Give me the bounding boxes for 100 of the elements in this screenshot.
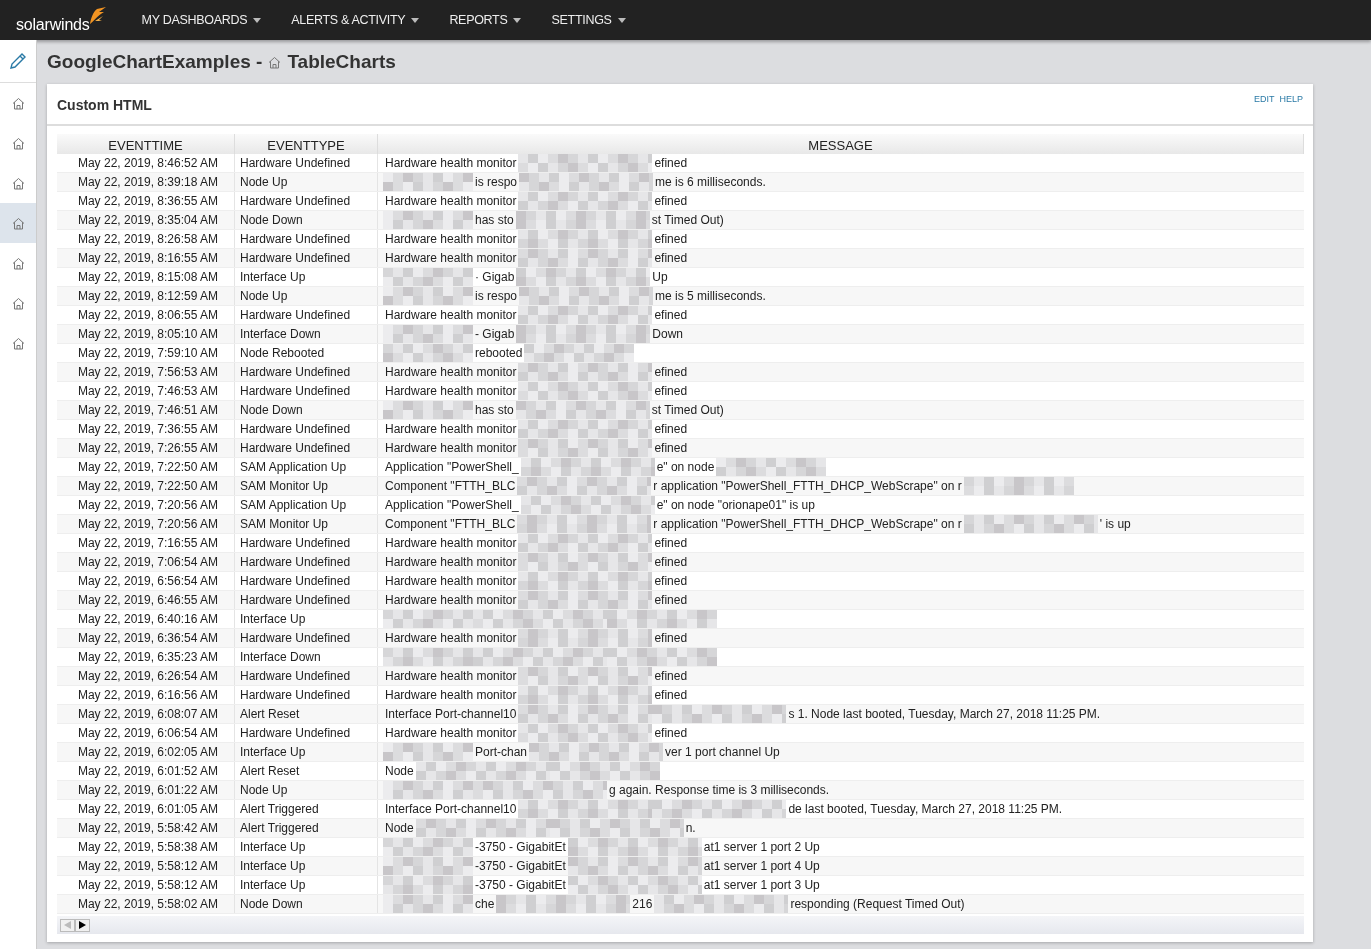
panel-link[interactable]: HELP xyxy=(1279,94,1303,104)
table-cell: May 22, 2019, 7:46:53 AM xyxy=(57,382,235,400)
table-cell: Hardware Undefined xyxy=(235,439,378,457)
message-text: has sto xyxy=(475,403,514,417)
table-cell: May 22, 2019, 6:26:54 AM xyxy=(57,667,235,685)
table-cell: May 22, 2019, 8:35:04 AM xyxy=(57,211,235,229)
table-cell: Node Up xyxy=(235,173,378,191)
table-cell: May 22, 2019, 6:06:54 AM xyxy=(57,724,235,742)
scroll-button[interactable] xyxy=(75,918,90,932)
table-cell: May 22, 2019, 6:16:56 AM xyxy=(57,686,235,704)
table-cell: Node Up xyxy=(235,287,378,305)
logo-text[interactable]: solarwinds xyxy=(16,16,90,34)
table-cell: SAM Monitor Up xyxy=(235,515,378,533)
table-cell: Hardware Undefined xyxy=(235,192,378,210)
table-cell: May 22, 2019, 7:22:50 AM xyxy=(57,458,235,476)
message-text: efined xyxy=(654,232,688,246)
table-cell: May 22, 2019, 5:58:12 AM xyxy=(57,876,235,894)
message-text: efined xyxy=(654,536,688,550)
nav-menu-item[interactable]: ALERTS & ACTIVITY xyxy=(276,0,435,40)
table-cell: May 22, 2019, 5:58:42 AM xyxy=(57,819,235,837)
message-text: Port-chan xyxy=(475,745,528,759)
table-cell: Interface Down xyxy=(235,648,378,666)
message-text: Node xyxy=(385,764,414,778)
table-cell: May 22, 2019, 8:06:55 AM xyxy=(57,306,235,324)
table-cell: Hardware Undefined xyxy=(235,572,378,590)
home-icon xyxy=(11,336,25,350)
message-text: g again. Response time is 3 milliseconds. xyxy=(609,783,830,797)
caret-icon xyxy=(411,17,420,23)
table-cell: Alert Triggered xyxy=(235,800,378,818)
sidebar-item[interactable] xyxy=(0,203,36,243)
message-text: Component "FTTH_BLC xyxy=(385,517,516,531)
message-text: st Timed Out) xyxy=(651,213,724,227)
table-cell: Node Down xyxy=(235,895,378,913)
table-cell: Node Down xyxy=(235,401,378,419)
table-cell: Interface Up xyxy=(235,268,378,286)
message-text: efined xyxy=(654,574,688,588)
caret-icon xyxy=(513,17,522,23)
message-text: at1 server 1 port 3 Up xyxy=(703,878,820,892)
nav-menu-item[interactable]: SETTINGS xyxy=(536,0,641,40)
table-cell: Hardware Undefined xyxy=(235,363,378,381)
message-text: efined xyxy=(654,631,688,645)
message-text: efined xyxy=(654,593,688,607)
table-cell: May 22, 2019, 7:36:55 AM xyxy=(57,420,235,438)
table-cell: May 22, 2019, 8:26:58 AM xyxy=(57,230,235,248)
message-text: - Gigab xyxy=(475,327,515,341)
message-text: -3750 - GigabitEt xyxy=(475,840,566,854)
table-cell: Interface Up xyxy=(235,838,378,856)
table-cell: May 22, 2019, 8:39:18 AM xyxy=(57,173,235,191)
table-cell: May 22, 2019, 7:16:55 AM xyxy=(57,534,235,552)
panel-title: Custom HTML xyxy=(57,97,152,113)
table-cell: May 22, 2019, 8:46:52 AM xyxy=(57,154,235,172)
message-text: -3750 - GigabitEt xyxy=(475,878,566,892)
home-icon xyxy=(11,216,25,230)
message-text: Application "PowerShell_ xyxy=(385,460,519,474)
table-cell: Hardware Undefined xyxy=(235,154,378,172)
table-cell: May 22, 2019, 6:46:55 AM xyxy=(57,591,235,609)
table-cell: May 22, 2019, 8:05:10 AM xyxy=(57,325,235,343)
message-text: me is 5 milliseconds. xyxy=(655,289,766,303)
caret-icon xyxy=(253,17,262,23)
message-text: st Timed Out) xyxy=(651,403,724,417)
message-text: Hardware health monitor xyxy=(385,232,517,246)
table-cell: May 22, 2019, 8:15:08 AM xyxy=(57,268,235,286)
table-cell: May 22, 2019, 8:16:55 AM xyxy=(57,249,235,267)
message-text: Interface Port-channel10 xyxy=(385,707,517,721)
panel-link[interactable]: EDIT xyxy=(1253,94,1275,104)
table-cell: May 22, 2019, 7:46:51 AM xyxy=(57,401,235,419)
page-subtitle: TableCharts xyxy=(287,51,396,73)
message-text: n. xyxy=(685,821,696,835)
table-cell: SAM Monitor Up xyxy=(235,477,378,495)
message-text: Hardware health monitor xyxy=(385,669,517,683)
table-cell: May 22, 2019, 6:40:16 AM xyxy=(57,610,235,628)
table-cell: Hardware Undefined xyxy=(235,382,378,400)
table-cell: May 22, 2019, 5:58:02 AM xyxy=(57,895,235,913)
pencil-icon[interactable] xyxy=(8,51,28,71)
message-text: efined xyxy=(654,422,688,436)
nav-menu-item[interactable]: REPORTS xyxy=(434,0,537,40)
message-text: efined xyxy=(654,156,688,170)
table-cell: May 22, 2019, 8:36:55 AM xyxy=(57,192,235,210)
message-text: r application "PowerShell_FTTH_DHCP_WebScrape" on r xyxy=(653,517,962,531)
message-text: efined xyxy=(654,251,688,265)
table-cell: May 22, 2019, 6:01:52 AM xyxy=(57,762,235,780)
table-cell: May 22, 2019, 5:58:12 AM xyxy=(57,857,235,875)
table-cell: May 22, 2019, 7:26:55 AM xyxy=(57,439,235,457)
message-text: -3750 - GigabitEt xyxy=(475,859,566,873)
table-cell: SAM Application Up xyxy=(235,458,378,476)
right-arrow-icon xyxy=(79,921,86,929)
table-cell: May 22, 2019, 6:08:07 AM xyxy=(57,705,235,723)
table-cell: Hardware Undefined xyxy=(235,230,378,248)
nav-menu-item[interactable]: MY DASHBOARDS xyxy=(126,0,277,40)
table-cell: Interface Up xyxy=(235,610,378,628)
message-text: Down xyxy=(652,327,684,341)
message-text: e" on node xyxy=(656,460,715,474)
message-text: efined xyxy=(654,669,688,683)
table-cell: May 22, 2019, 6:35:23 AM xyxy=(57,648,235,666)
message-text: Up xyxy=(652,270,668,284)
table-cell: Hardware Undefined xyxy=(235,667,378,685)
message-text: at1 server 1 port 2 Up xyxy=(703,840,820,854)
table-cell: Interface Up xyxy=(235,876,378,894)
message-text: e" on node "orionape01" is up xyxy=(656,498,815,512)
message-text: efined xyxy=(654,384,688,398)
